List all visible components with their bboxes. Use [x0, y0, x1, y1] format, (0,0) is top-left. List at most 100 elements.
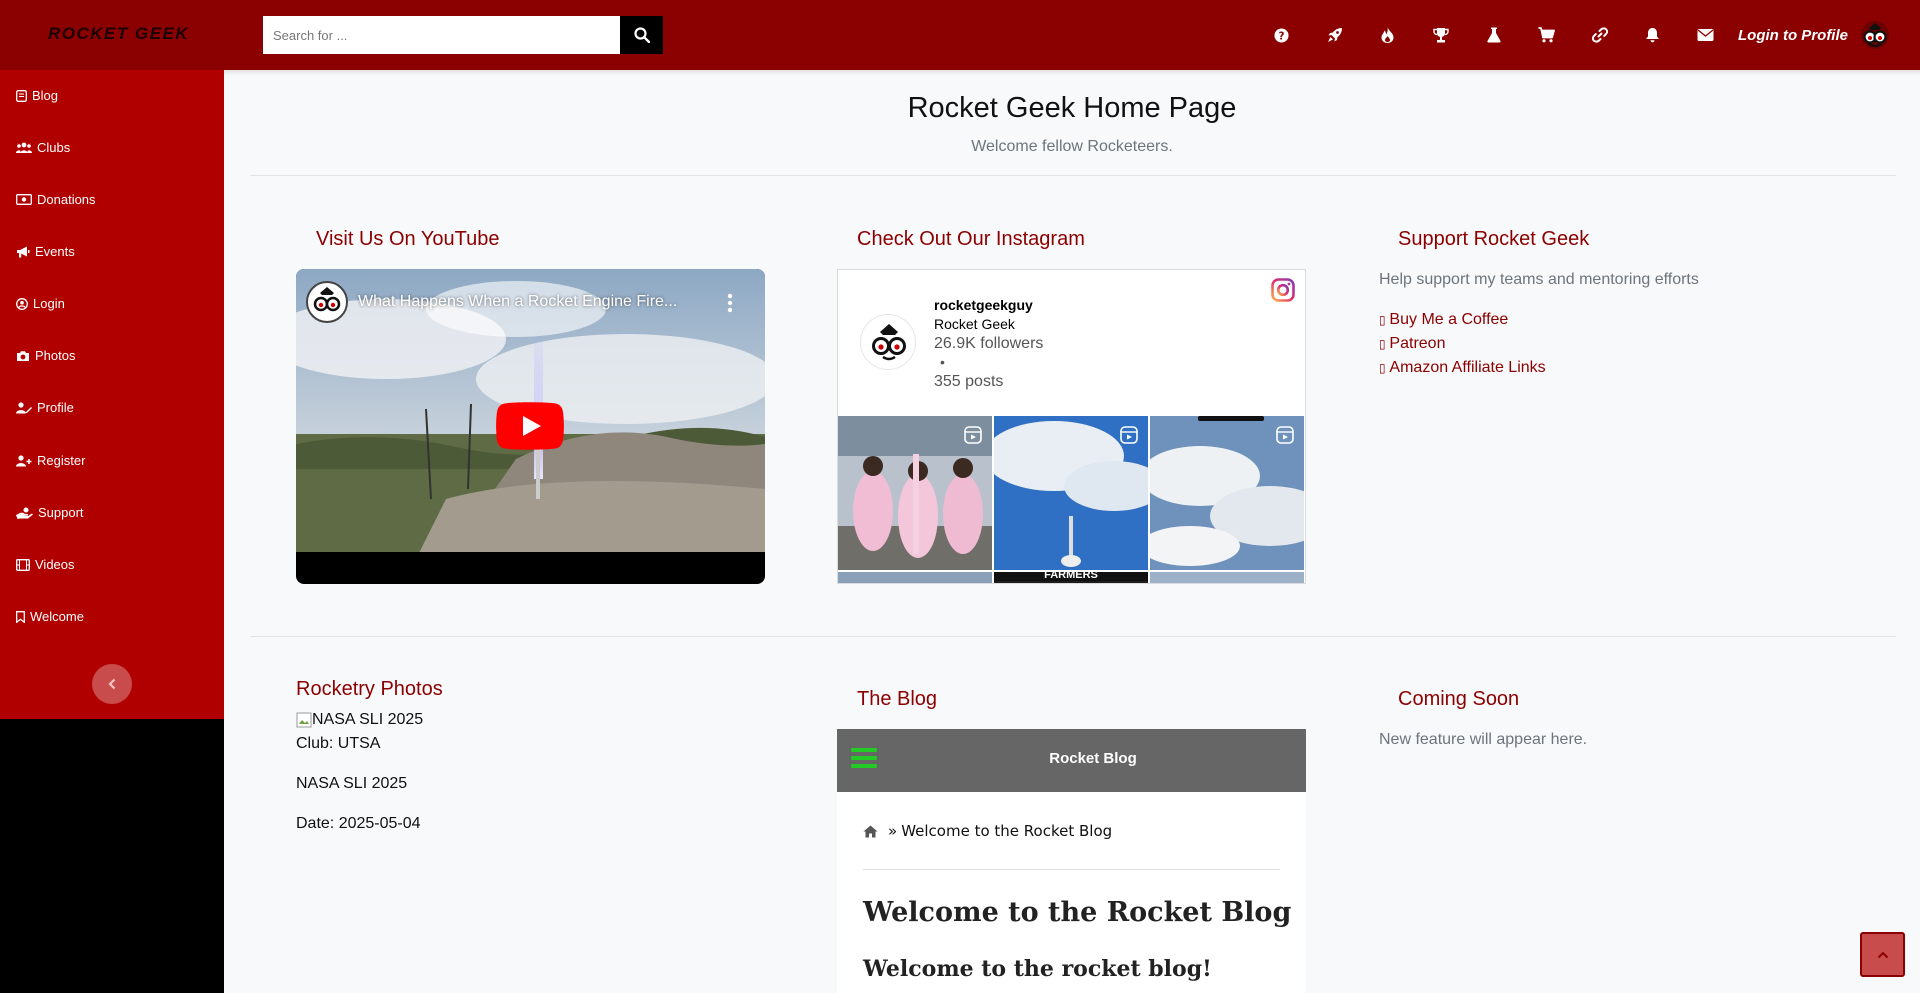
- envelope-icon[interactable]: [1679, 0, 1732, 70]
- page-subtitle: Welcome fellow Rocketeers.: [971, 138, 1173, 155]
- instagram-posts: 355 posts: [934, 373, 1004, 390]
- photo-name: NASA SLI 2025: [296, 775, 408, 792]
- blog-card: Rocket Blog » Welcome to the Rocket Blog…: [837, 729, 1306, 993]
- user-edit-icon: [16, 401, 32, 413]
- play-button-icon[interactable]: [496, 402, 564, 450]
- blog-card-header: Rocket Blog: [837, 729, 1306, 792]
- main-content: Rocket Geek Home Page Welcome fellow Roc…: [224, 70, 1920, 993]
- search-button[interactable]: [620, 16, 663, 54]
- more-vert-icon[interactable]: [724, 291, 736, 315]
- post-caption: FARMERS: [994, 572, 1148, 581]
- sidebar-item-clubs[interactable]: Clubs: [16, 140, 70, 155]
- sidebar-item-label: Profile: [37, 400, 74, 415]
- instagram-heading: Check Out Our Instagram: [857, 228, 1085, 250]
- instagram-post[interactable]: FARMERS: [994, 572, 1148, 583]
- photo-image[interactable]: NASA SLI 2025: [296, 711, 423, 729]
- sidebar-item-label: Photos: [35, 348, 76, 363]
- reel-icon: [1276, 426, 1294, 444]
- reel-icon: [1120, 426, 1138, 444]
- film-icon: [16, 558, 30, 571]
- top-navbar: ROCKET GEEK ?: [0, 0, 1920, 70]
- sidebar-item-label: Register: [37, 453, 86, 468]
- instagram-username[interactable]: rocketgeekguy: [934, 297, 1033, 313]
- header-icon-bar: ? Login to Profile: [1255, 0, 1920, 70]
- sidebar-item-label: Donations: [37, 192, 96, 207]
- brand-logo[interactable]: ROCKET GEEK: [48, 24, 189, 44]
- avatar[interactable]: [1860, 20, 1890, 50]
- photo-alt-text: NASA SLI 2025: [312, 711, 424, 728]
- cart-icon[interactable]: [1520, 0, 1573, 70]
- photo-date: Date: 2025-05-04: [296, 815, 421, 832]
- blog-title[interactable]: Rocket Blog: [893, 750, 1293, 767]
- buy-me-a-coffee-link[interactable]: ▯ Buy Me a Coffee: [1379, 311, 1508, 329]
- camera-icon: [17, 350, 29, 361]
- rocket-icon[interactable]: [1308, 0, 1361, 70]
- sidebar-item-label: Clubs: [37, 140, 71, 155]
- link-icon[interactable]: [1573, 0, 1626, 70]
- blog-heading: The Blog: [857, 688, 938, 710]
- instagram-post[interactable]: [1150, 416, 1304, 570]
- link-label: Amazon Affiliate Links: [1389, 359, 1546, 376]
- channel-avatar[interactable]: [306, 281, 348, 323]
- sidebar-toggle-button[interactable]: [92, 664, 132, 704]
- coming-soon-heading: Coming Soon: [1398, 688, 1520, 710]
- help-icon[interactable]: ?: [1255, 0, 1308, 70]
- hand-holding-icon: [16, 507, 33, 519]
- money-icon: [16, 194, 32, 205]
- login-link[interactable]: Login to Profile: [1738, 27, 1848, 44]
- sidebar-item-welcome[interactable]: Welcome: [16, 609, 84, 624]
- coming-soon-text: New feature will appear here.: [1379, 731, 1588, 748]
- patreon-link[interactable]: ▯ Patreon: [1379, 335, 1445, 353]
- scroll-to-top-button[interactable]: [1860, 932, 1905, 977]
- instagram-post[interactable]: [994, 416, 1148, 570]
- search-form: [263, 16, 663, 54]
- sidebar-item-register[interactable]: Register: [16, 453, 85, 468]
- amazon-affiliate-link[interactable]: ▯ Amazon Affiliate Links: [1379, 359, 1546, 377]
- chevron-up-icon: [1877, 951, 1888, 958]
- sidebar-item-login[interactable]: Login: [16, 296, 65, 311]
- instagram-post[interactable]: [838, 416, 992, 570]
- instagram-post[interactable]: [1150, 572, 1304, 583]
- blog-post-subtitle: Welcome to the rocket blog!: [863, 956, 1212, 982]
- flask-icon[interactable]: [1467, 0, 1520, 70]
- divider: [863, 869, 1280, 870]
- sidebar-item-donations[interactable]: Donations: [16, 192, 96, 207]
- sidebar-item-label: Events: [35, 244, 75, 259]
- youtube-heading: Visit Us On YouTube: [316, 228, 500, 250]
- instagram-icon[interactable]: [1271, 278, 1295, 302]
- home-icon[interactable]: [863, 825, 878, 838]
- blog-icon: [16, 89, 27, 102]
- youtube-embed[interactable]: What Happens When a Rocket Engine Fire..…: [296, 269, 765, 584]
- page-title: Rocket Geek Home Page: [907, 92, 1237, 124]
- user-plus-icon: [16, 454, 32, 466]
- sidebar-item-photos[interactable]: Photos: [16, 348, 75, 363]
- sidebar-item-label: Support: [38, 505, 84, 520]
- svg-text:?: ?: [1279, 30, 1285, 42]
- photos-heading: Rocketry Photos: [296, 678, 443, 700]
- sidebar-item-support[interactable]: Support: [16, 505, 84, 520]
- external-link-icon: ▯: [1379, 313, 1390, 327]
- user-circle-icon: [16, 297, 28, 310]
- search-input[interactable]: [263, 16, 620, 54]
- sidebar-item-blog[interactable]: Blog: [16, 88, 58, 103]
- sidebar-item-videos[interactable]: Videos: [16, 557, 75, 572]
- hamburger-menu-icon[interactable]: [851, 747, 877, 769]
- instagram-separator: •: [940, 354, 945, 370]
- bell-icon[interactable]: [1626, 0, 1679, 70]
- external-link-icon: ▯: [1379, 361, 1390, 375]
- support-heading: Support Rocket Geek: [1398, 228, 1590, 250]
- sidebar-item-events[interactable]: Events: [16, 244, 75, 259]
- sidebar-item-profile[interactable]: Profile: [16, 400, 74, 415]
- video-title[interactable]: What Happens When a Rocket Engine Fire..…: [358, 293, 677, 311]
- instagram-avatar[interactable]: [860, 314, 916, 370]
- photo-club: Club: UTSA: [296, 735, 381, 752]
- instagram-post[interactable]: [838, 572, 992, 583]
- sidebar-item-label: Videos: [35, 557, 75, 572]
- sidebar-item-label: Blog: [32, 88, 59, 103]
- bullhorn-icon: [17, 246, 30, 257]
- link-label: Patreon: [1389, 335, 1446, 352]
- fire-icon[interactable]: [1361, 0, 1414, 70]
- trophy-icon[interactable]: [1414, 0, 1467, 70]
- reel-icon: [964, 426, 982, 444]
- divider: [250, 636, 1896, 637]
